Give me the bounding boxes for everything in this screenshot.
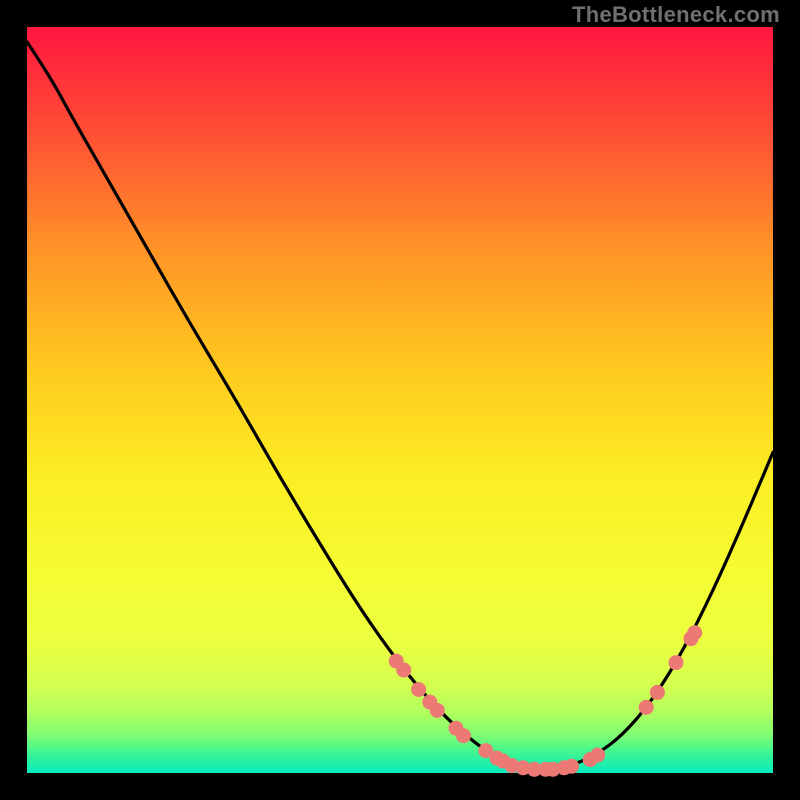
curve-marker <box>669 655 684 670</box>
curve-marker <box>396 663 411 678</box>
plot-area <box>27 27 773 773</box>
curve-marker <box>430 703 445 718</box>
curve-marker <box>411 682 426 697</box>
watermark-text: TheBottleneck.com <box>572 2 780 28</box>
curve-marker <box>687 625 702 640</box>
curve-marker <box>639 700 654 715</box>
curve-markers <box>389 625 702 777</box>
chart-svg <box>27 27 773 773</box>
curve-marker <box>650 685 665 700</box>
chart-container: TheBottleneck.com <box>0 0 800 800</box>
curve-marker <box>564 759 579 774</box>
curve-marker <box>456 728 471 743</box>
curve-marker <box>590 748 605 763</box>
